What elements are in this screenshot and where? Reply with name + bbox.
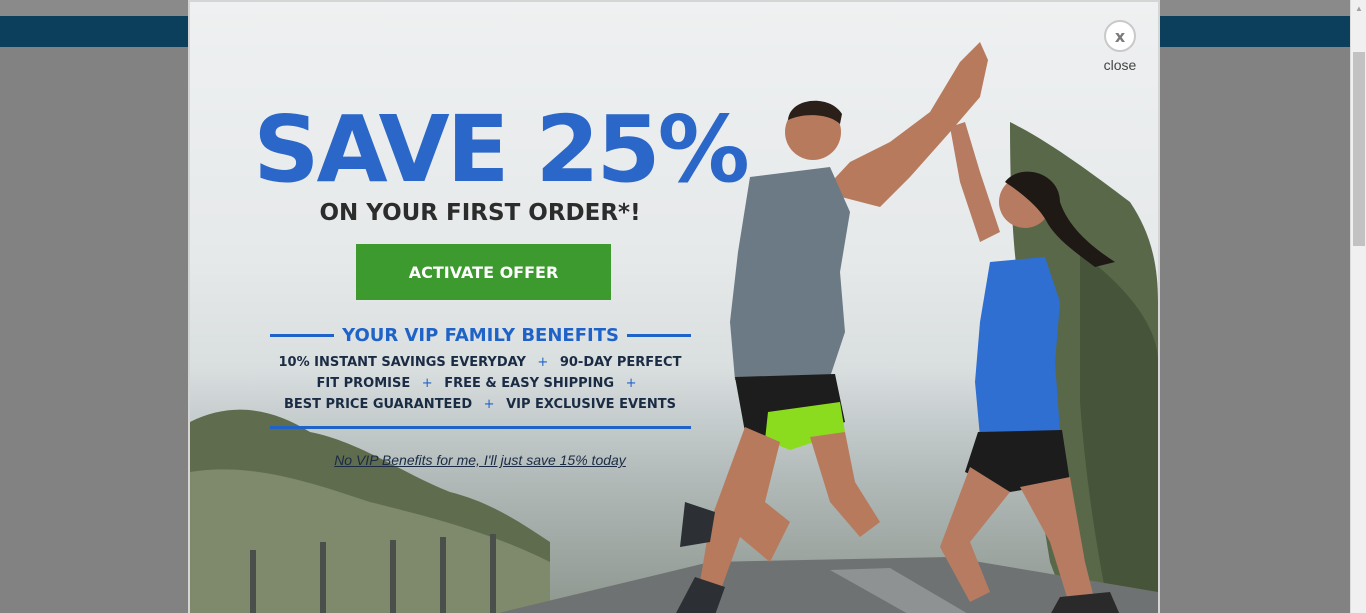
plus-separator: + <box>421 376 433 391</box>
scroll-up-arrow-icon[interactable]: ▲ <box>1351 0 1366 16</box>
plus-separator: + <box>537 355 549 370</box>
athletes-high-five-photo <box>190 2 1158 613</box>
benefit-text: BEST PRICE GUARANTEED <box>283 397 473 412</box>
plus-separator: + <box>625 376 637 391</box>
benefits-title: YOUR VIP FAMILY BENEFITS <box>342 324 619 346</box>
page-scrollbar[interactable]: ▲ <box>1350 0 1366 613</box>
benefit-text: FREE & EASY SHIPPING <box>444 376 615 391</box>
promo-modal: x close SAVE 25% ON YOUR FIRST ORDER*! A… <box>188 0 1160 613</box>
activate-offer-button[interactable]: ACTIVATE OFFER <box>356 244 611 300</box>
promo-headline: SAVE 25% <box>253 96 750 203</box>
divider-line <box>270 333 335 337</box>
benefits-title-row: YOUR VIP FAMILY BENEFITS <box>270 322 691 348</box>
benefit-text: FIT PROMISE <box>316 376 411 391</box>
benefits-list: 10% INSTANT SAVINGS EVERYDAY + 90-DAY PE… <box>260 352 700 415</box>
decline-offer-link[interactable]: No VIP Benefits for me, I'll just save 1… <box>260 452 700 468</box>
promo-subheadline: ON YOUR FIRST ORDER*! <box>319 200 641 226</box>
plus-separator: + <box>483 397 495 412</box>
divider-line <box>270 426 691 429</box>
benefit-line: FIT PROMISE + FREE & EASY SHIPPING + <box>260 373 700 394</box>
close-icon[interactable]: x <box>1104 20 1136 52</box>
benefit-line: BEST PRICE GUARANTEED + VIP EXCLUSIVE EV… <box>260 394 700 415</box>
divider-line <box>626 333 691 337</box>
benefit-text: VIP EXCLUSIVE EVENTS <box>506 397 677 412</box>
benefit-line: 10% INSTANT SAVINGS EVERYDAY + 90-DAY PE… <box>260 352 700 373</box>
close-label[interactable]: close <box>1100 57 1140 73</box>
scroll-thumb[interactable] <box>1353 52 1365 246</box>
benefit-text: 90-DAY PERFECT <box>559 355 682 370</box>
benefit-text: 10% INSTANT SAVINGS EVERYDAY <box>278 355 526 370</box>
